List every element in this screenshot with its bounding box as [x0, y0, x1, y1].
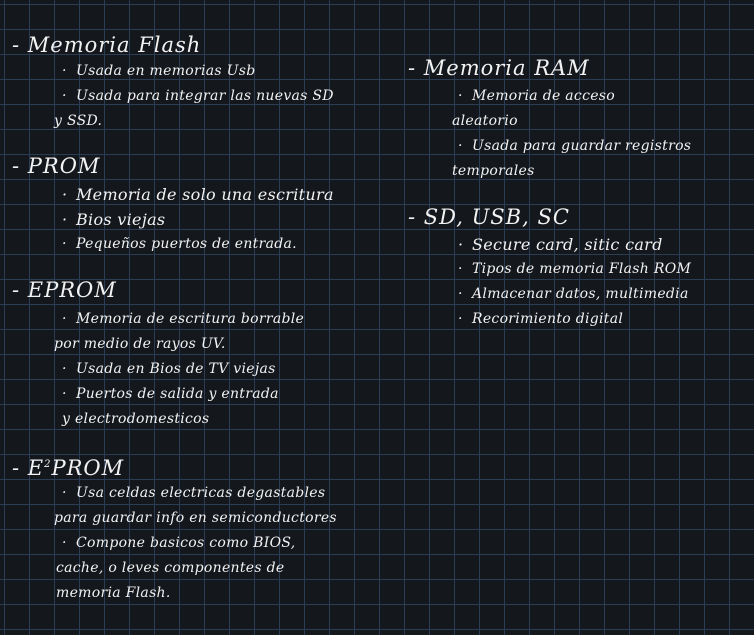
- sd-usb-sc-line-2: · Tipos de memoria Flash ROM: [458, 257, 691, 282]
- bullet: ·: [62, 88, 67, 104]
- bullet: ·: [458, 88, 463, 104]
- e2prom-line-5: memoria Flash.: [56, 585, 171, 601]
- sd-usb-sc-heading: - SD, USB, SC: [408, 205, 570, 229]
- memoria-flash-line-2: · Usada para integrar las nuevas SD: [62, 84, 334, 109]
- bullet: ·: [458, 311, 463, 327]
- bullet: ·: [62, 311, 67, 327]
- sd-usb-sc-line-4: · Recorimiento digital: [458, 307, 623, 332]
- prom-heading: - PROM: [12, 154, 101, 178]
- bullet: ·: [458, 138, 463, 154]
- bullet: ·: [62, 535, 67, 551]
- memoria-ram-line-3: · Usada para guardar registros: [458, 134, 691, 159]
- memoria-ram-line-2: aleatorio: [452, 113, 518, 129]
- sd-usb-sc-line-3: · Almacenar datos, multimedia: [458, 282, 689, 307]
- sd-usb-sc-line-1: · Secure card, sitic card: [458, 232, 663, 257]
- e2prom-line-4: cache, o leves componentes de: [56, 560, 285, 576]
- memoria-ram-heading: - Memoria RAM: [408, 56, 590, 80]
- e2prom-heading: - E2PROM: [12, 456, 125, 480]
- e2prom-line-1: · Usa celdas electricas degastables: [62, 481, 325, 506]
- prom-line-1: · Memoria de solo una escritura: [62, 182, 334, 207]
- memoria-flash-heading: - Memoria Flash: [12, 33, 202, 57]
- e2prom-line-2: para guardar info en semiconductores: [54, 510, 337, 526]
- eprom-line-4: · Puertos de salida y entrada: [62, 382, 279, 407]
- eprom-line-3: · Usada en Bios de TV viejas: [62, 357, 276, 382]
- bullet: ·: [458, 261, 463, 277]
- eprom-line-2: por medio de rayos UV.: [54, 336, 226, 352]
- memoria-flash-line-1: · Usada en memorias Usb: [62, 59, 256, 84]
- memoria-flash-line-3: y SSD.: [54, 113, 103, 129]
- eprom-line-5: y electrodomesticos: [62, 411, 210, 427]
- bullet: ·: [62, 236, 67, 252]
- bullet: ·: [62, 386, 67, 402]
- bullet: ·: [62, 361, 67, 377]
- memoria-ram-line-1: · Memoria de acceso: [458, 84, 615, 109]
- bullet: ·: [62, 485, 67, 501]
- eprom-heading: - EPROM: [12, 278, 117, 302]
- bullet: ·: [458, 235, 464, 254]
- prom-line-3: · Pequeños puertos de entrada.: [62, 232, 297, 257]
- prom-line-2: · Bios viejas: [62, 207, 165, 232]
- bullet: ·: [62, 63, 67, 79]
- bullet: ·: [458, 286, 463, 302]
- bullet: ·: [62, 185, 68, 204]
- eprom-line-1: · Memoria de escritura borrable: [62, 307, 304, 332]
- bullet: ·: [62, 210, 68, 229]
- memoria-ram-line-4: temporales: [452, 163, 535, 179]
- e2prom-line-3: · Compone basicos como BIOS,: [62, 531, 296, 556]
